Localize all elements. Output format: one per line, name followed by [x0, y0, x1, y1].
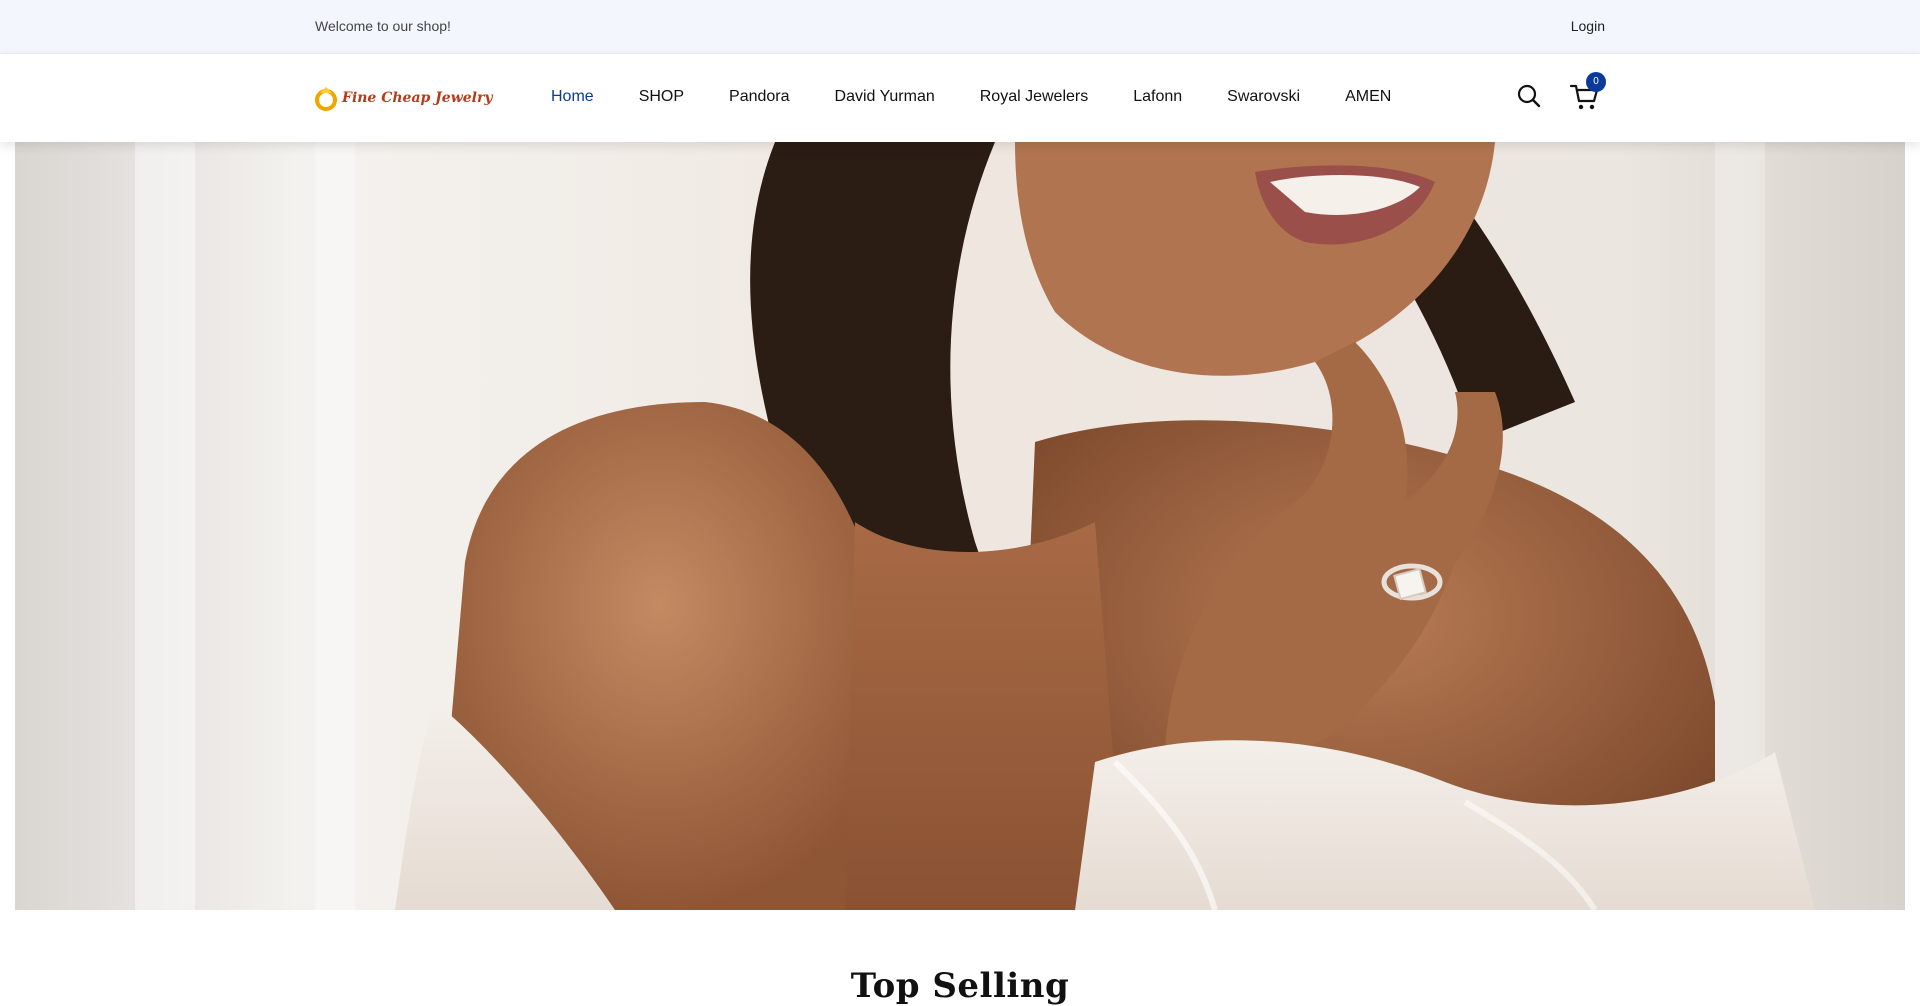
- site-header: Fine Cheap Jewelry Home SHOP Pandora Dav…: [0, 54, 1920, 142]
- nav-shop[interactable]: SHOP: [639, 88, 684, 106]
- nav-royal-jewelers[interactable]: Royal Jewelers: [980, 88, 1088, 106]
- cart-count-badge: 0: [1586, 72, 1606, 92]
- nav-lafonn[interactable]: Lafonn: [1133, 88, 1182, 106]
- header-actions: 0: [1515, 72, 1606, 119]
- top-bar: Welcome to our shop! Login: [0, 0, 1920, 54]
- nav-swarovski[interactable]: Swarovski: [1227, 88, 1300, 106]
- nav-pandora[interactable]: Pandora: [729, 88, 790, 106]
- nav-amen[interactable]: AMEN: [1345, 88, 1391, 106]
- nav-david-yurman[interactable]: David Yurman: [835, 88, 935, 106]
- hero-banner[interactable]: [15, 142, 1905, 910]
- hero-image: [15, 142, 1905, 910]
- login-link[interactable]: Login: [1571, 18, 1605, 34]
- ring-logo-icon: [315, 87, 337, 111]
- main-nav: Home SHOP Pandora David Yurman Royal Jew…: [551, 88, 1436, 106]
- search-icon: [1517, 84, 1541, 108]
- search-button[interactable]: [1515, 82, 1543, 110]
- nav-home[interactable]: Home: [551, 88, 594, 106]
- logo-text: Fine Cheap Jewelry: [342, 90, 493, 106]
- top-selling-title: Top Selling: [850, 966, 1070, 1006]
- site-logo[interactable]: Fine Cheap Jewelry: [314, 82, 493, 114]
- welcome-text: Welcome to our shop!: [315, 18, 451, 34]
